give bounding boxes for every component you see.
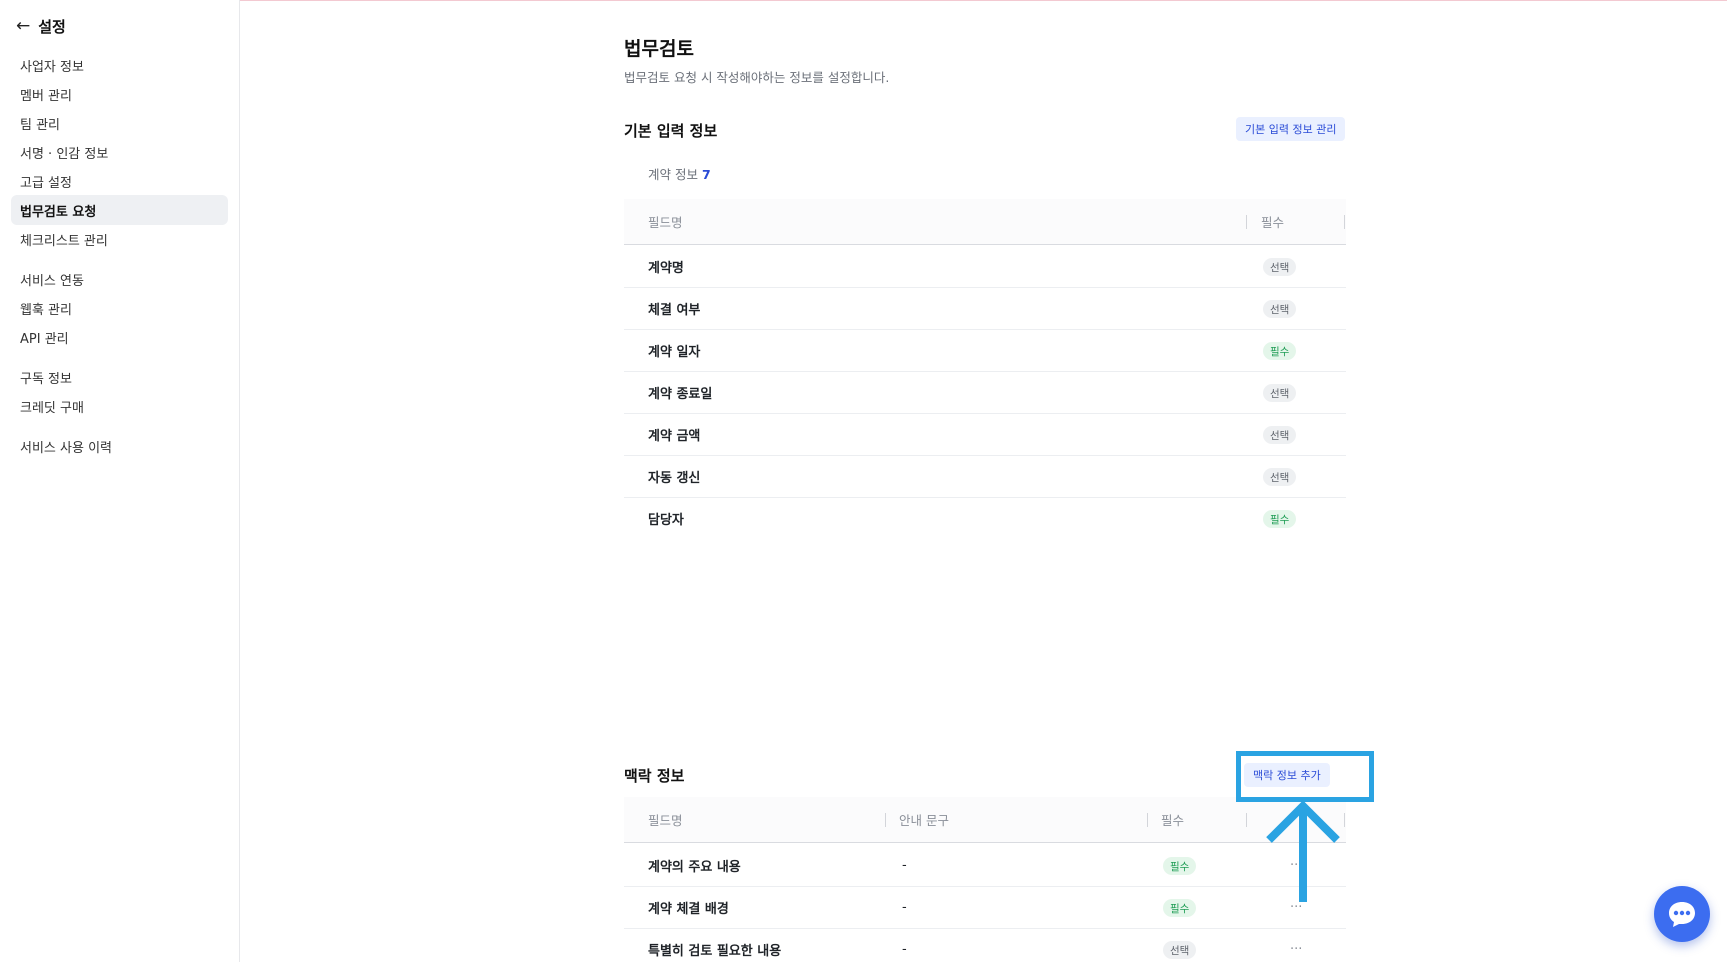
sidebar-item-subscription[interactable]: 구독 정보: [11, 362, 228, 392]
col-field-name: 필드명: [648, 813, 683, 828]
sidebar-item-signature[interactable]: 서명 · 인감 정보: [11, 137, 228, 167]
sidebar-item-members[interactable]: 멤버 관리: [11, 79, 228, 109]
field-name: 체결 여부: [648, 303, 701, 318]
basic-section-title: 기본 입력 정보: [624, 122, 718, 140]
sidebar-item-credit[interactable]: 크레딧 구매: [11, 391, 228, 421]
field-name: 담당자: [648, 513, 684, 528]
table-row[interactable]: 담당자 필수: [624, 498, 1346, 540]
col-required: 필수: [1161, 813, 1185, 828]
optional-badge: 선택: [1263, 258, 1297, 276]
more-horizontal-icon[interactable]: ···: [1290, 845, 1302, 886]
table-row[interactable]: 특별히 검토 필요한 내용 - 선택 ···: [624, 929, 1346, 971]
optional-badge: 선택: [1263, 468, 1297, 486]
optional-badge: 선택: [1263, 384, 1297, 402]
sidebar-item-api[interactable]: API 관리: [11, 322, 228, 352]
page-description: 법무검토 요청 시 작성해야하는 정보를 설정합니다.: [624, 70, 890, 85]
sidebar-item-webhooks[interactable]: 웹훅 관리: [11, 293, 228, 323]
table-row[interactable]: 계약명 선택: [624, 246, 1346, 288]
col-divider: [1246, 215, 1247, 229]
table-row[interactable]: 계약 체결 배경 - 필수 ···: [624, 887, 1346, 929]
manage-basic-info-button[interactable]: 기본 입력 정보 관리: [1236, 117, 1346, 141]
field-name: 특별히 검토 필요한 내용: [648, 944, 782, 959]
required-badge: 필수: [1263, 510, 1297, 528]
context-section-title: 맥락 정보: [624, 767, 685, 785]
sidebar-item-advanced[interactable]: 고급 설정: [11, 166, 228, 196]
tab-count: 7: [701, 167, 711, 182]
field-name: 계약명: [648, 261, 684, 276]
required-badge: 필수: [1163, 857, 1197, 875]
context-table-header: 필드명 안내 문구 필수: [624, 797, 1346, 843]
guide-text: -: [902, 942, 907, 957]
field-name: 계약 체결 배경: [648, 902, 729, 917]
col-guide-text: 안내 문구: [899, 813, 949, 828]
settings-sidebar: ← 설정 사업자 정보 멤버 관리 팀 관리 서명 · 인감 정보 고급 설정 …: [0, 0, 240, 962]
table-row[interactable]: 자동 갱신 선택: [624, 456, 1346, 498]
sidebar-item-checklist[interactable]: 체크리스트 관리: [11, 224, 228, 254]
sidebar-item-business-info[interactable]: 사업자 정보: [11, 50, 228, 80]
optional-badge: 선택: [1263, 300, 1297, 318]
table-row[interactable]: 계약의 주요 내용 - 필수 ···: [624, 845, 1346, 887]
field-name: 계약의 주요 내용: [648, 860, 741, 875]
top-border: [0, 0, 1727, 1]
optional-badge: 선택: [1263, 426, 1297, 444]
chat-bubble-icon: [1669, 902, 1695, 927]
sidebar-item-teams[interactable]: 팀 관리: [11, 108, 228, 138]
field-name: 계약 일자: [648, 345, 701, 360]
col-field-name: 필드명: [648, 215, 683, 230]
chat-button[interactable]: [1654, 886, 1710, 942]
guide-text: -: [902, 858, 907, 873]
back-button[interactable]: ← 설정: [16, 14, 66, 38]
more-horizontal-icon[interactable]: ···: [1290, 887, 1302, 928]
table-row[interactable]: 계약 금액 선택: [624, 414, 1346, 456]
col-divider: [1344, 215, 1345, 229]
field-name: 자동 갱신: [648, 471, 701, 486]
table-row[interactable]: 계약 종료일 선택: [624, 372, 1346, 414]
add-context-info-button[interactable]: 맥락 정보 추가: [1244, 763, 1330, 787]
col-divider: [1344, 813, 1345, 827]
contract-info-tab[interactable]: 계약 정보 7: [648, 164, 711, 183]
page-title: 법무검토: [624, 38, 694, 60]
required-badge: 필수: [1163, 899, 1197, 917]
arrow-left-icon: ←: [16, 16, 31, 36]
sidebar-item-integrations[interactable]: 서비스 연동: [11, 264, 228, 294]
field-name: 계약 금액: [648, 429, 701, 444]
table-row[interactable]: 계약 일자 필수: [624, 330, 1346, 372]
tab-label: 계약 정보: [648, 167, 698, 182]
optional-badge: 선택: [1163, 941, 1197, 959]
col-divider: [885, 813, 886, 827]
guide-text: -: [902, 900, 907, 915]
more-horizontal-icon[interactable]: ···: [1290, 929, 1302, 970]
basic-table-header: 필드명 필수: [624, 199, 1346, 245]
sidebar-title: 설정: [38, 17, 66, 36]
table-row[interactable]: 체결 여부 선택: [624, 288, 1346, 330]
col-divider: [1246, 813, 1247, 827]
field-name: 계약 종료일: [648, 387, 713, 402]
sidebar-item-usage-history[interactable]: 서비스 사용 이력: [11, 431, 228, 461]
sidebar-item-legal-review[interactable]: 법무검토 요청: [11, 195, 228, 225]
col-divider: [1147, 813, 1148, 827]
col-required: 필수: [1261, 215, 1285, 230]
required-badge: 필수: [1263, 342, 1297, 360]
